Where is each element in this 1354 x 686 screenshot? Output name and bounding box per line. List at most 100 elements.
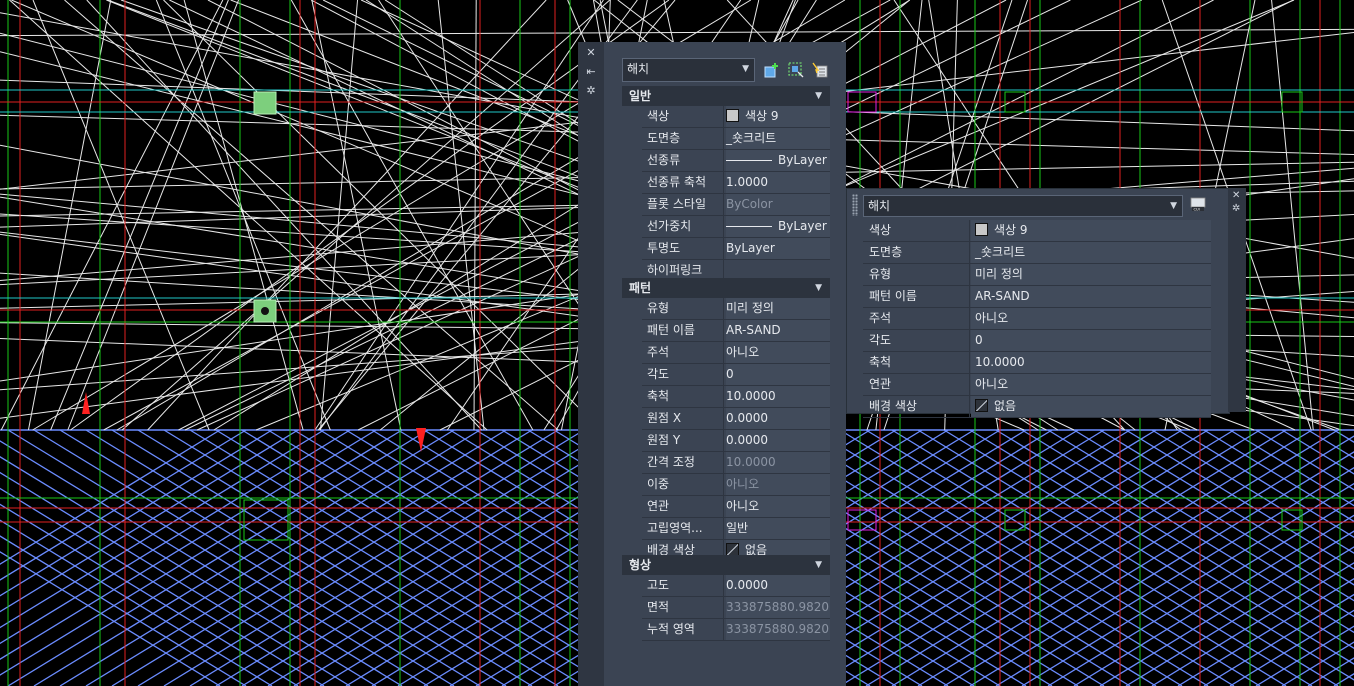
prop-row-type[interactable]: 유형 미리 정의 <box>642 298 830 320</box>
prop-label: 주석 <box>647 345 670 359</box>
prop-value[interactable]: 0 <box>971 330 1211 351</box>
prop-label: 색상 <box>647 109 670 123</box>
quick-row-color[interactable]: 색상 색상 9 <box>863 220 1211 242</box>
prop-row-annotative[interactable]: 주석 아니오 <box>642 342 830 364</box>
prop-value[interactable]: 1.0000 <box>726 172 830 193</box>
close-icon[interactable]: ✕ <box>1232 191 1242 201</box>
prop-value[interactable]: _숏크리트 <box>971 242 1211 263</box>
prop-value: 333875880.9820 <box>726 597 830 618</box>
prop-row-lineweight[interactable]: 선가중치 ByLayer <box>642 216 830 238</box>
section-geometry-header[interactable]: 형상 ▼ <box>622 555 830 575</box>
prop-value[interactable]: 아니오 <box>971 308 1211 329</box>
prop-value: 10.0000 <box>726 452 830 473</box>
prop-row-layer[interactable]: 도면층 _숏크리트 <box>642 128 830 150</box>
close-icon[interactable]: ✕ <box>583 46 599 60</box>
prop-value[interactable]: 아니오 <box>726 342 830 363</box>
prop-row-linetype[interactable]: 선종류 ByLayer <box>642 150 830 172</box>
prop-value: 아니오 <box>726 474 830 495</box>
prop-value[interactable]: 0.0000 <box>726 408 830 429</box>
quick-properties-side-strip: ✕ ✲ <box>1228 188 1246 412</box>
quick-properties-list: 색상 색상 9 도면층 _숏크리트 유형 미리 정의 패턴 이름 AR-SAND 주석 아… <box>863 220 1211 418</box>
quick-row-background-color[interactable]: 배경 색상 없음 <box>863 396 1211 418</box>
section-title: 패턴 <box>629 281 652 295</box>
prop-row-origin-x[interactable]: 원점 X 0.0000 <box>642 408 830 430</box>
prop-row-color[interactable]: 색상 색상 9 <box>642 106 830 128</box>
section-general-header[interactable]: 일반 ▼ <box>622 86 830 106</box>
prop-row-associative[interactable]: 연관 아니오 <box>642 496 830 518</box>
prop-value[interactable]: 없음 <box>971 396 1211 417</box>
prop-value[interactable]: 일반 <box>726 518 830 539</box>
prop-value[interactable]: AR-SAND <box>971 286 1211 307</box>
prop-row-area[interactable]: 면적 333875880.9820 <box>642 597 830 619</box>
settings-icon[interactable]: ✲ <box>1232 204 1242 214</box>
prop-row-cumulative-area[interactable]: 누적 영역 333875880.9820 <box>642 619 830 641</box>
hatch-line <box>0 519 273 686</box>
prop-value[interactable]: 0.0000 <box>726 575 830 596</box>
hatch-line <box>1151 562 1354 686</box>
prop-row-transparency[interactable]: 투명도 ByLayer <box>642 238 830 260</box>
drag-grip-icon[interactable] <box>852 194 858 216</box>
prop-row-island-detection[interactable]: 고립영역... 일반 <box>642 518 830 540</box>
quick-select-icon[interactable] <box>763 61 781 79</box>
prop-value[interactable]: 아니오 <box>971 374 1211 395</box>
prop-value[interactable]: 아니오 <box>726 496 830 517</box>
prop-value[interactable]: 0 <box>726 364 830 385</box>
prop-row-scale[interactable]: 축척 10.0000 <box>642 386 830 408</box>
customize-icon[interactable]: CUI <box>1189 195 1207 213</box>
section-pattern-header[interactable]: 패턴 ▼ <box>622 278 830 298</box>
quick-row-associative[interactable]: 연관 아니오 <box>863 374 1211 396</box>
prop-value[interactable]: ByLayer <box>726 238 830 259</box>
prop-row-elevation[interactable]: 고도 0.0000 <box>642 575 830 597</box>
color-swatch-icon <box>726 109 739 122</box>
toggle-pickadd-icon[interactable] <box>811 61 829 79</box>
linetype-preview-icon <box>726 160 772 161</box>
prop-value[interactable]: 색상 9 <box>971 220 1211 241</box>
quick-object-type-select[interactable]: 해치 ▼ <box>863 195 1183 217</box>
quick-row-annotative[interactable]: 주석 아니오 <box>863 308 1211 330</box>
quick-row-angle[interactable]: 각도 0 <box>863 330 1211 352</box>
hatch-line <box>0 429 377 660</box>
object-type-select[interactable]: 해치 ▼ <box>622 58 755 82</box>
prop-row-linetype-scale[interactable]: 선종류 축척 1.0000 <box>642 172 830 194</box>
prop-value[interactable]: 미리 정의 <box>971 264 1211 285</box>
prop-label: 선종류 축척 <box>647 175 707 189</box>
prop-value[interactable]: 미리 정의 <box>726 298 830 319</box>
hatch-line <box>1307 657 1354 686</box>
prop-row-plot-style[interactable]: 플롯 스타일 ByColor <box>642 194 830 216</box>
prop-label: 유형 <box>647 301 670 315</box>
prop-row-double[interactable]: 이중 아니오 <box>642 474 830 496</box>
prop-value[interactable]: ByLayer <box>726 216 830 237</box>
prop-row-spacing[interactable]: 간격 조정 10.0000 <box>642 452 830 474</box>
quick-row-pattern-name[interactable]: 패턴 이름 AR-SAND <box>863 286 1211 308</box>
hatch-line <box>1203 429 1354 523</box>
grip-arrow-icon <box>82 392 90 414</box>
prop-label: 원점 X <box>647 411 682 425</box>
prop-value[interactable]: 0.0000 <box>726 430 830 451</box>
quick-row-layer[interactable]: 도면층 _숏크리트 <box>863 242 1211 264</box>
settings-icon[interactable]: ✲ <box>583 84 599 98</box>
prop-value[interactable]: 10.0000 <box>971 352 1211 373</box>
prop-label: 배경 색상 <box>869 399 917 413</box>
prop-row-angle[interactable]: 각도 0 <box>642 364 830 386</box>
quick-row-type[interactable]: 유형 미리 정의 <box>863 264 1211 286</box>
prop-label: 원점 Y <box>647 433 681 447</box>
prop-value[interactable]: 색상 9 <box>726 106 830 127</box>
no-color-swatch-icon <box>975 399 988 412</box>
chevron-down-icon: ▼ <box>742 64 749 74</box>
prop-row-pattern-name[interactable]: 패턴 이름 AR-SAND <box>642 320 830 342</box>
prop-label: 각도 <box>869 333 892 347</box>
hatch-line <box>0 551 221 686</box>
quick-row-scale[interactable]: 축척 10.0000 <box>863 352 1211 374</box>
prop-value[interactable]: 10.0000 <box>726 386 830 407</box>
prop-value[interactable]: _숏크리트 <box>726 128 830 149</box>
prop-label: 선종류 <box>647 153 681 167</box>
prop-value[interactable]: AR-SAND <box>726 320 830 341</box>
autohide-icon[interactable]: ⇤ <box>583 65 599 79</box>
general-properties: 색상 색상 9 도면층 _숏크리트 선종류 ByLayer 선종류 축척 1.0000 … <box>642 106 830 282</box>
select-objects-icon[interactable] <box>787 61 805 79</box>
prop-row-origin-y[interactable]: 원점 Y 0.0000 <box>642 430 830 452</box>
wire-line <box>1271 0 1314 431</box>
wire-line <box>9 0 488 431</box>
quick-properties-panel: 해치 ▼ CUI 색상 색상 9 도면층 _숏크리트 유형 미리 정의 패턴 이름 AR… <box>846 188 1230 418</box>
prop-value[interactable]: ByLayer <box>726 150 830 171</box>
